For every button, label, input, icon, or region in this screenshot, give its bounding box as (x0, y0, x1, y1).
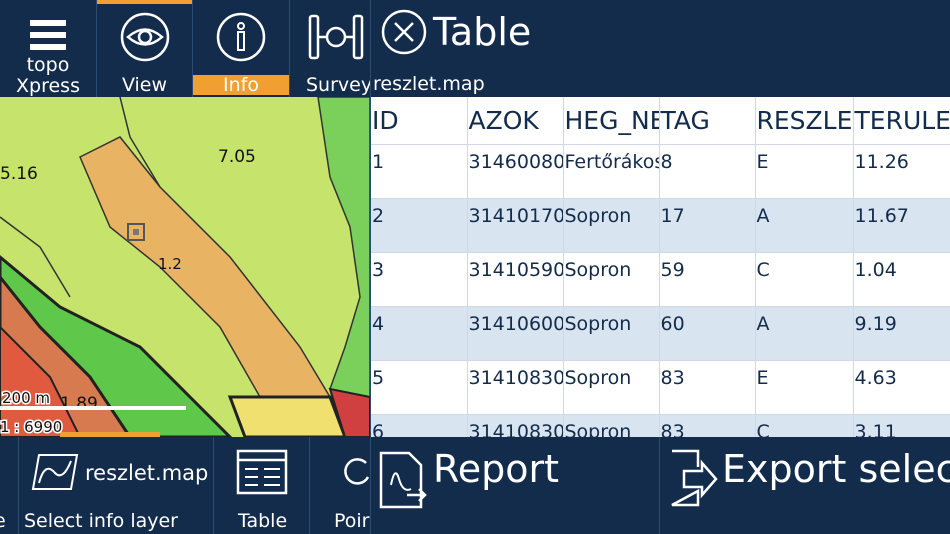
table-cell: 9.19 (853, 306, 950, 361)
layer-icon (31, 454, 79, 490)
map-label: 1.89 (60, 394, 98, 414)
table-cell: 60 (659, 306, 756, 361)
select-info-layer-button[interactable]: reszlet.map Select info layer (19, 437, 214, 534)
column-header[interactable]: RESZLE (755, 97, 854, 145)
table-cell: 31460080 (467, 144, 564, 199)
map-label: 5.16 (0, 164, 38, 184)
table-cell: Fertőrákos (563, 144, 660, 199)
column-header[interactable]: TAG (659, 97, 756, 145)
table-row[interactable]: 4 31410600 Sopron 60 A 9.19 (371, 306, 950, 361)
table-cell: 83 (659, 360, 756, 415)
panel-title: Table (433, 10, 532, 54)
table-cell: 3.11 (853, 414, 950, 437)
bottom-toolbar: e reszlet.map Select info layer Table Po… (0, 437, 370, 534)
info-label: Info (193, 75, 289, 95)
info-layer-name: reszlet.map (85, 461, 209, 485)
table-cell: 6 (371, 414, 468, 437)
table-row[interactable]: 3 31410590 Sopron 59 C 1.04 (371, 252, 950, 307)
table-cell: 5 (371, 360, 468, 415)
table-cell: A (755, 306, 854, 361)
export-selected-button[interactable]: Export selec... (660, 437, 950, 534)
attribute-table[interactable]: ID AZOK HEG_NE TAG RESZLE TERULET 1 3146… (371, 97, 950, 437)
report-label: Report (433, 447, 559, 491)
cut-off-button[interactable]: e (0, 437, 19, 534)
info-icon (216, 12, 266, 62)
table-cell: 31410590 (467, 252, 564, 307)
table-cell: Sopron (563, 252, 660, 307)
point-label: Poir (334, 510, 370, 532)
report-button[interactable]: Report (371, 437, 660, 534)
table-cell: 1.04 (853, 252, 950, 307)
table-cell: 1 (371, 144, 468, 199)
survey-icon (308, 14, 364, 60)
table-row[interactable]: 1 31460080 Fertőrákos 8 E 11.26 (371, 144, 950, 199)
main-toolbar: topo Xpress View Info Survey (0, 0, 370, 97)
table-cell: 31410830 (467, 414, 564, 437)
app-menu-button[interactable]: topo Xpress (0, 0, 97, 97)
survey-label: Survey (306, 74, 370, 96)
table-row[interactable]: 2 31410170 Sopron 17 A 11.67 (371, 198, 950, 253)
column-header[interactable]: AZOK (467, 97, 564, 145)
panel-layer-name: reszlet.map (373, 73, 485, 95)
table-cell: 17 (659, 198, 756, 253)
table-cell: C (755, 414, 854, 437)
hamburger-icon (30, 20, 66, 50)
table-cell: 83 (659, 414, 756, 437)
table-cell: 3 (371, 252, 468, 307)
pdf-report-icon (379, 451, 427, 509)
export-label: Export selec... (722, 447, 950, 491)
view-button[interactable]: View (97, 0, 193, 97)
table-cell: 31410600 (467, 306, 564, 361)
cut-off-label: e (0, 510, 6, 532)
close-icon[interactable] (381, 9, 427, 55)
map-label: 1.2 (158, 255, 182, 273)
point-button[interactable]: Poir (310, 437, 370, 534)
table-row[interactable]: 6 31410830 Sopron 83 C 3.11 (371, 414, 950, 437)
view-indicator (97, 0, 192, 4)
table-cell: C (755, 252, 854, 307)
table-button[interactable]: Table (214, 437, 310, 534)
table-cell: Sopron (563, 198, 660, 253)
map-view[interactable]: 5.16 7.05 1.2 1.89 200 m 1 : 6990 (0, 97, 370, 437)
survey-button[interactable]: Survey (290, 0, 370, 97)
table-cell: 11.67 (853, 198, 950, 253)
info-button[interactable]: Info (193, 0, 290, 97)
map-label: 7.05 (218, 147, 256, 167)
column-header[interactable]: ID (371, 97, 468, 145)
table-cell: Sopron (563, 306, 660, 361)
view-label: View (121, 74, 168, 96)
app-label-top: topo (26, 54, 70, 76)
table-cell: Sopron (563, 360, 660, 415)
table-label: Table (238, 510, 288, 532)
table-cell: 31410830 (467, 360, 564, 415)
table-panel: Table reszlet.map ID AZOK HEG_NE TAG RES… (370, 0, 950, 534)
table-cell: Sopron (563, 414, 660, 437)
table-row[interactable]: 5 31410830 Sopron 83 E 4.63 (371, 360, 950, 415)
map-canvas[interactable]: 5.16 7.05 1.2 1.89 200 m 1 : 6990 (0, 97, 370, 437)
table-cell: 4 (371, 306, 468, 361)
scale-ratio: 1 : 6990 (0, 418, 62, 436)
scale-distance: 200 m (2, 389, 50, 407)
app-label-bottom: Xpress (16, 75, 80, 97)
table-cell: E (755, 360, 854, 415)
table-cell: 31410170 (467, 198, 564, 253)
table-cell: 4.63 (853, 360, 950, 415)
table-cell: 8 (659, 144, 756, 199)
table-header-row: ID AZOK HEG_NE TAG RESZLE TERULET (371, 97, 950, 145)
refresh-icon (344, 458, 370, 485)
column-header[interactable]: TERULET (853, 97, 950, 145)
export-icon (671, 449, 718, 507)
table-cell: E (755, 144, 854, 199)
table-cell: 59 (659, 252, 756, 307)
eye-icon (120, 12, 169, 62)
table-icon (236, 449, 288, 495)
table-cell: A (755, 198, 854, 253)
table-cell: 2 (371, 198, 468, 253)
select-info-layer-label: Select info layer (24, 510, 178, 532)
table-cell: 11.26 (853, 144, 950, 199)
column-header[interactable]: HEG_NE (563, 97, 660, 145)
